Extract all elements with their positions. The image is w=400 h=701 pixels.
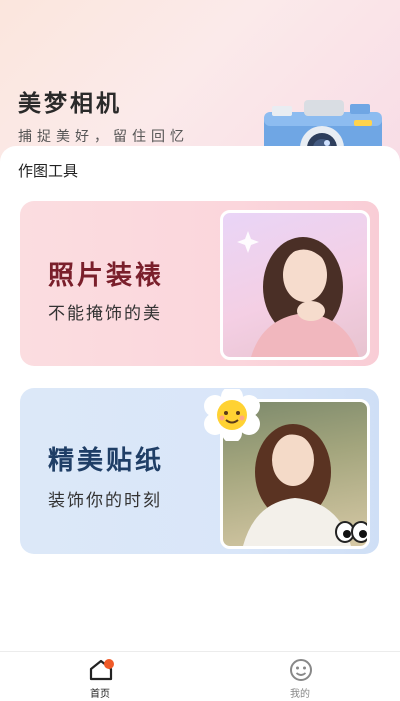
app-slogan: 捕捉美好，留住回忆	[18, 129, 189, 145]
frame-sample-photo	[220, 210, 370, 360]
photo-frame-card[interactable]: 照片装裱 不能掩饰的美	[20, 201, 379, 366]
card-subtitle: 不能掩饰的美	[48, 304, 162, 324]
tab-label: 我的	[290, 689, 310, 700]
bottom-tab-bar: 首页 我的	[0, 651, 400, 701]
flower-sticker-icon	[204, 389, 260, 441]
tab-mine[interactable]: 我的	[200, 652, 400, 701]
portrait-image-icon	[237, 231, 359, 357]
tab-home[interactable]: 首页	[0, 652, 200, 701]
profile-face-icon	[290, 659, 312, 681]
card-subtitle: 装饰你的时刻	[48, 491, 162, 511]
app-title: 美梦相机	[18, 91, 122, 117]
card-title: 精美贴纸	[48, 446, 165, 476]
section-title: 作图工具	[18, 162, 79, 180]
card-title: 照片装裱	[48, 261, 165, 291]
home-icon	[89, 659, 114, 681]
tab-label: 首页	[90, 689, 110, 700]
